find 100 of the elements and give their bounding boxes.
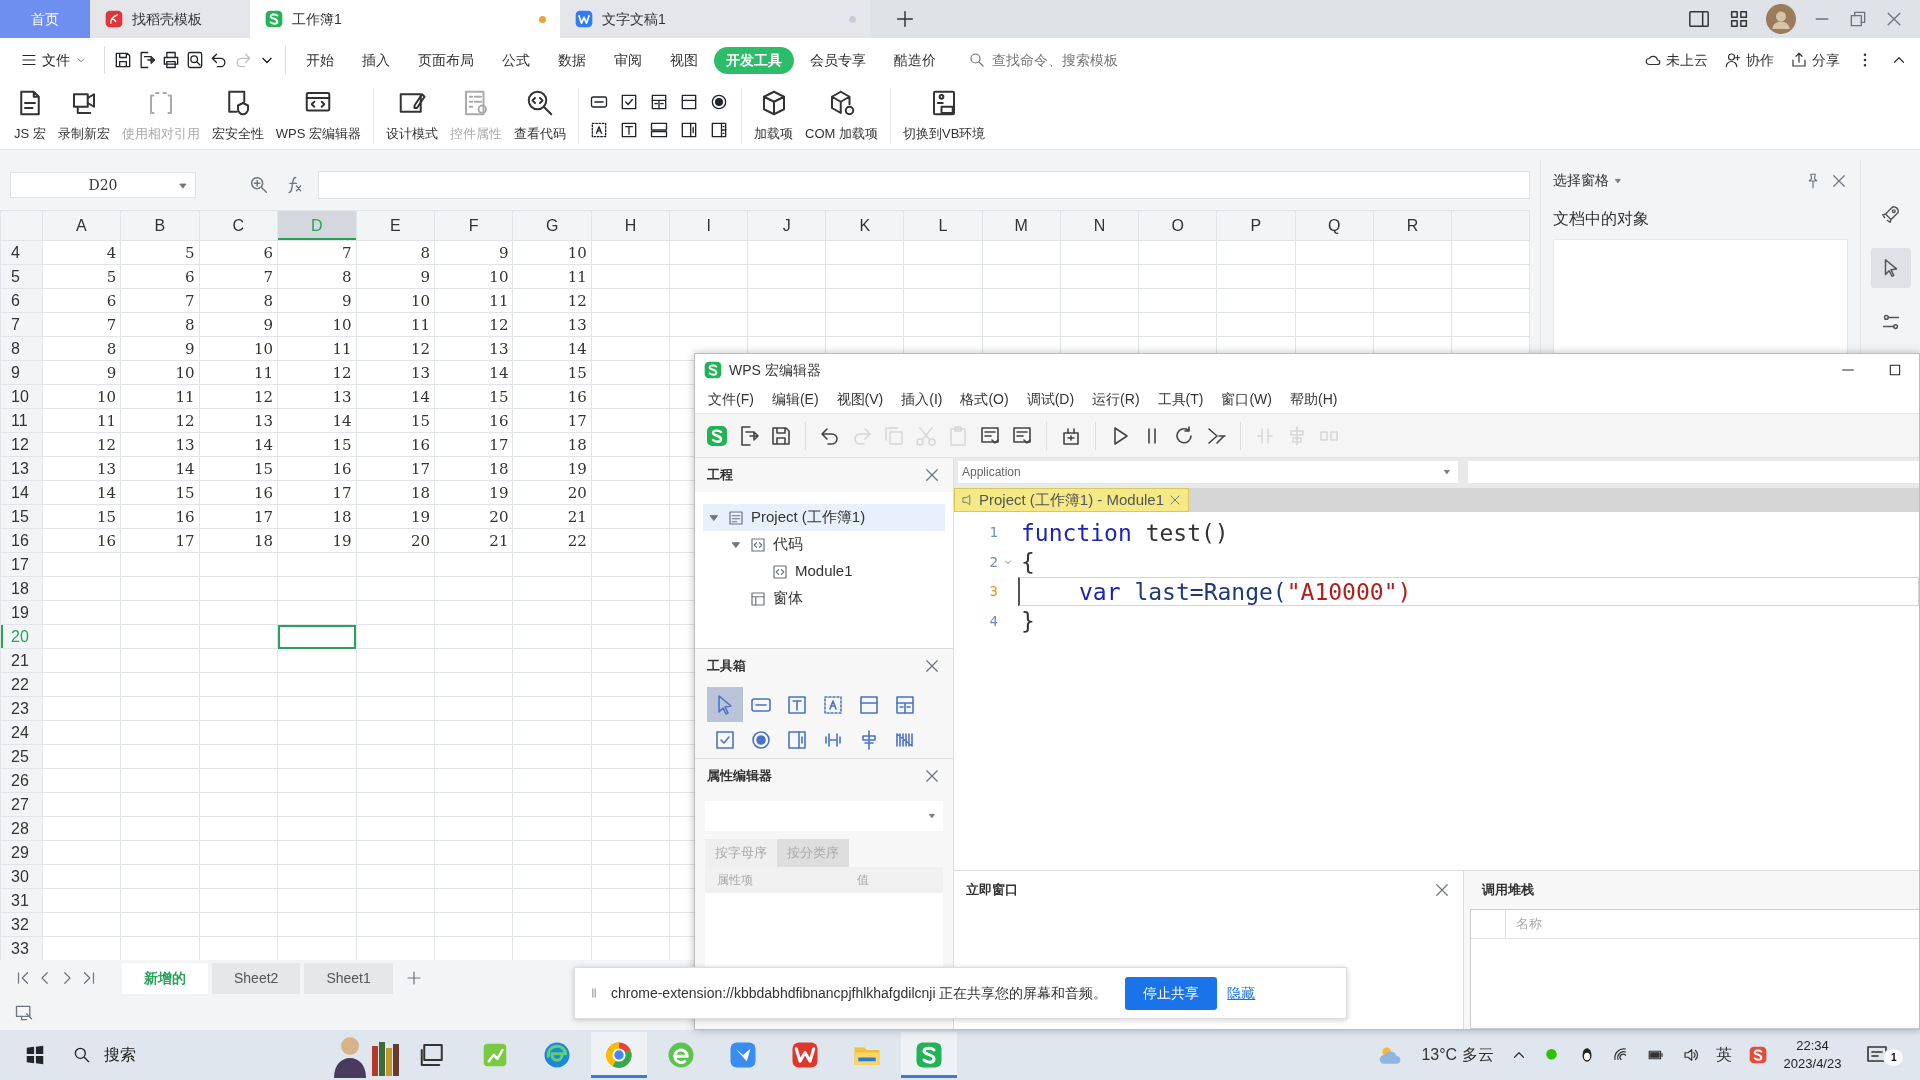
new-tab-icon[interactable] — [894, 8, 916, 30]
speaker-icon[interactable] — [1681, 1046, 1700, 1064]
column-header[interactable]: C — [199, 210, 278, 241]
close-icon[interactable] — [1168, 493, 1183, 507]
row-header[interactable]: 23 — [0, 696, 43, 721]
row-header[interactable]: 9 — [0, 360, 43, 385]
ribbon-button[interactable]: 查看代码 — [508, 85, 573, 146]
row-header[interactable]: 25 — [0, 744, 43, 769]
browser-icon[interactable] — [666, 1040, 696, 1070]
sheet-tab[interactable]: Sheet2 — [212, 962, 301, 994]
browser-icon[interactable] — [542, 1040, 572, 1070]
row-header[interactable]: 12 — [0, 432, 43, 457]
menu-item[interactable]: 格式(O) — [951, 389, 1018, 410]
row-header[interactable]: 26 — [0, 768, 43, 793]
row-header[interactable]: 11 — [0, 408, 43, 433]
close-icon[interactable] — [1433, 881, 1451, 899]
column-header[interactable]: R — [1373, 210, 1452, 241]
row-header[interactable]: 29 — [0, 840, 43, 865]
app-logo-icon[interactable] — [1747, 1045, 1768, 1065]
column-header[interactable]: A — [42, 210, 121, 241]
document-tab[interactable]: 工作簿1 — [250, 0, 560, 38]
clock-time[interactable]: 22:34 — [1796, 1037, 1829, 1055]
tree-item[interactable]: Project (工作簿1) — [703, 504, 945, 531]
menu-item[interactable]: 调试(D) — [1017, 389, 1084, 410]
column-header[interactable]: G — [512, 210, 592, 241]
office-app-icon[interactable] — [790, 1040, 820, 1070]
row-header[interactable]: 19 — [0, 600, 43, 625]
column-header[interactable]: K — [825, 210, 904, 241]
save-icon[interactable] — [113, 50, 133, 70]
ribbon-button[interactable]: WPS 宏编辑器 — [269, 85, 368, 146]
column-header[interactable]: B — [120, 210, 200, 241]
row-header[interactable]: 24 — [0, 720, 43, 745]
row-header[interactable]: 5 — [0, 264, 43, 289]
ribbon-button[interactable]: JS 宏 — [8, 85, 52, 146]
avatar[interactable] — [1766, 4, 1796, 34]
row-header[interactable]: 22 — [0, 672, 43, 697]
tree-item[interactable]: Module1 — [703, 558, 945, 585]
column-header[interactable]: I — [669, 210, 748, 241]
row-header[interactable]: 32 — [0, 912, 43, 937]
ribbon-tab[interactable]: 会员专享 — [798, 46, 878, 74]
toolbox-tool[interactable] — [707, 687, 743, 722]
row-header[interactable]: 14 — [0, 480, 43, 505]
screen-icon[interactable] — [1686, 8, 1712, 30]
menu-item[interactable]: 编辑(E) — [762, 389, 828, 410]
row-header[interactable]: 17 — [0, 552, 43, 577]
row-header[interactable]: 21 — [0, 648, 43, 673]
object-dropdown[interactable]: Application — [958, 461, 1458, 483]
menu-item[interactable]: 运行(R) — [1083, 389, 1149, 410]
menu-item[interactable]: 工具(T) — [1148, 389, 1213, 410]
code-line[interactable]: function test() — [1018, 518, 1919, 548]
column-header[interactable]: E — [356, 210, 435, 241]
close-icon[interactable] — [923, 657, 941, 675]
menu-item[interactable]: 文件(F) — [699, 389, 763, 410]
pane-title[interactable]: 选择窗格 — [1553, 170, 1623, 191]
tree-item[interactable]: 窗体 — [703, 585, 945, 612]
ribbon-button[interactable]: 录制新宏 — [51, 85, 116, 146]
menu-item[interactable]: 视图(V) — [827, 389, 893, 410]
printer-icon[interactable] — [161, 50, 181, 70]
sheet-view-icon[interactable] — [14, 1003, 34, 1023]
row-header[interactable]: 10 — [0, 384, 43, 409]
toolbar-link[interactable]: 分享 — [1790, 49, 1840, 71]
toolbar-link[interactable]: 协作 — [1724, 49, 1774, 71]
column-header[interactable]: N — [1060, 210, 1139, 241]
code-line[interactable]: { — [1018, 547, 1919, 577]
maximize-icon[interactable] — [1887, 362, 1903, 378]
row-header[interactable]: 30 — [0, 864, 43, 889]
row-header[interactable]: 8 — [0, 336, 43, 361]
side-tool-button[interactable] — [1870, 248, 1911, 288]
zoom-icon[interactable] — [248, 174, 270, 196]
row-header[interactable]: 15 — [0, 504, 43, 529]
column-header[interactable]: P — [1216, 210, 1296, 241]
ribbon-button[interactable]: 宏安全性 — [205, 85, 270, 146]
ribbon-button[interactable]: 加载项 — [748, 85, 800, 146]
menu-item[interactable]: 帮助(H) — [1281, 389, 1347, 410]
ribbon-tab[interactable]: 酷造价 — [882, 46, 948, 74]
formula-field[interactable] — [318, 171, 1530, 199]
tree-item[interactable]: 代码 — [703, 531, 945, 558]
file-menu[interactable]: 文件 — [12, 45, 96, 75]
windows-icon[interactable] — [24, 1044, 46, 1066]
row-header[interactable]: 18 — [0, 576, 43, 601]
restore-icon[interactable] — [1848, 9, 1868, 29]
ribbon-tab[interactable]: 审阅 — [602, 46, 654, 74]
menu-item[interactable]: 窗口(W) — [1212, 389, 1281, 410]
input-method-indicator[interactable]: 英 — [1715, 1043, 1732, 1067]
browser-icon[interactable] — [604, 1040, 634, 1070]
row-header[interactable]: 16 — [0, 528, 43, 553]
column-header[interactable]: O — [1138, 210, 1217, 241]
search-field[interactable]: 查找命令、搜索模板 — [968, 48, 1160, 72]
taskbar-search[interactable]: 搜索 — [52, 1035, 322, 1075]
column-header[interactable]: F — [434, 210, 513, 241]
ribbon-button[interactable]: 设计模式 — [380, 85, 445, 146]
row-header[interactable]: 4 — [0, 240, 43, 265]
column-header[interactable]: M — [982, 210, 1061, 241]
ribbon-tab[interactable]: 页面布局 — [406, 46, 486, 74]
ribbon-tab[interactable]: 公式 — [490, 46, 542, 74]
preview-icon[interactable] — [185, 50, 205, 70]
spreadsheet-app-icon[interactable] — [914, 1040, 944, 1070]
document-tab[interactable]: 文字文稿1 — [560, 0, 870, 38]
close-icon[interactable] — [923, 767, 941, 785]
code-tab[interactable]: Project (工作簿1) - Module1 — [954, 488, 1190, 512]
